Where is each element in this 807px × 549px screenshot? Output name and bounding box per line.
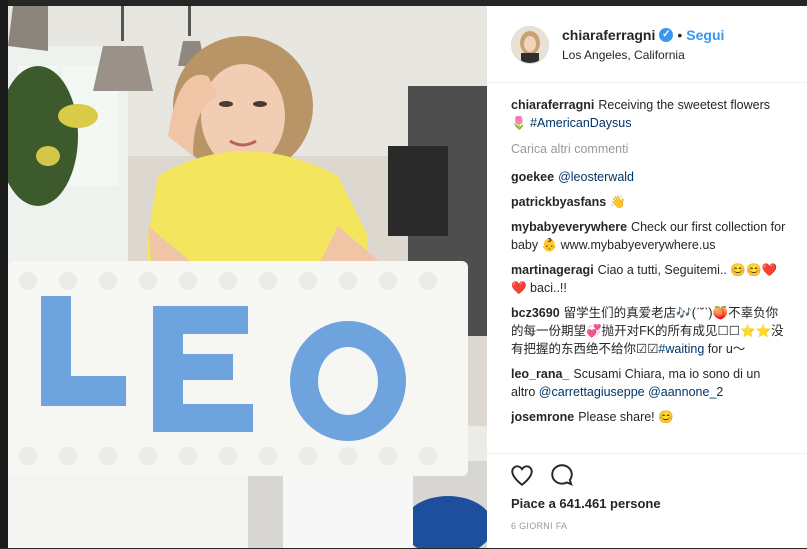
list-item: josemrone Please share! 😊 — [511, 408, 787, 426]
list-item: mybabyeverywhere Check our first collecti… — [511, 218, 787, 254]
comment-username[interactable]: martinageragi — [511, 263, 594, 277]
post-photo[interactable] — [8, 6, 487, 548]
photo-illustration — [8, 6, 487, 548]
list-item: leo_rana_ Scusami Chiara, ma io sono di u… — [511, 365, 787, 401]
post-timestamp[interactable]: 6 GIORNI FA — [511, 521, 567, 531]
comment-mention[interactable]: @carrettagiuseppe — [539, 385, 645, 399]
comment-mention-2[interactable]: @aannone_2 — [648, 385, 723, 399]
avatar[interactable] — [511, 26, 549, 64]
comment-username[interactable]: bcz3690 — [511, 306, 560, 320]
post-username[interactable]: chiaraferragni — [562, 27, 655, 43]
comments-list[interactable]: chiaraferragni Receiving the sweetest flo… — [511, 96, 787, 452]
comment-username[interactable]: goekee — [511, 170, 554, 184]
comment-text-tail: for u～ — [704, 342, 746, 356]
likes-count[interactable]: Piace a 641.461 persone — [511, 496, 661, 511]
list-item: bcz3690 留学生们的真爱老店🎶(ˊ˘ˋ)🍑不辜负你的每一份期望💞抛开对FK的… — [511, 304, 787, 358]
load-more-comments-button[interactable]: Carica altri commenti — [511, 140, 787, 158]
page-backdrop — [0, 0, 8, 548]
list-item: patrickbyasfans 👋 — [511, 193, 787, 211]
verified-badge-icon: ✓ — [659, 28, 674, 42]
speech-bubble-icon[interactable] — [549, 462, 575, 488]
comment-username[interactable]: patrickbyasfans — [511, 195, 606, 209]
comment-username[interactable]: josemrone — [511, 410, 574, 424]
list-item: goekee @leosterwald — [511, 168, 787, 186]
post-header: chiaraferragni ✓ • Segui Los Angeles, Ca… — [487, 6, 807, 83]
list-item: martinageragi Ciao a tutti, Seguitemi.. 😊… — [511, 261, 787, 297]
caption-hashtag[interactable]: #AmericanDaysus — [530, 116, 631, 130]
heart-outline-icon[interactable] — [509, 462, 535, 488]
comment-hashtag[interactable]: #waiting — [658, 342, 704, 356]
post-location[interactable]: Los Angeles, California — [562, 48, 685, 62]
post-actions: Piace a 641.461 persone 6 GIORNI FA — [487, 453, 807, 549]
separator-dot: • — [677, 27, 683, 43]
comment-text: Please share! 😊 — [578, 410, 674, 424]
caption: chiaraferragni Receiving the sweetest flo… — [511, 96, 787, 132]
username-row: chiaraferragni ✓ • Segui — [562, 27, 724, 43]
caption-username[interactable]: chiaraferragni — [511, 98, 594, 112]
follow-button[interactable]: Segui — [686, 27, 724, 43]
comment-mention[interactable]: @leosterwald — [558, 170, 634, 184]
post-sidebar: chiaraferragni ✓ • Segui Los Angeles, Ca… — [487, 6, 807, 548]
comment-username[interactable]: mybabyeverywhere — [511, 220, 627, 234]
avatar-image — [512, 27, 548, 63]
comment-username[interactable]: leo_rana_ — [511, 367, 569, 381]
comment-text: 👋 — [610, 195, 626, 209]
